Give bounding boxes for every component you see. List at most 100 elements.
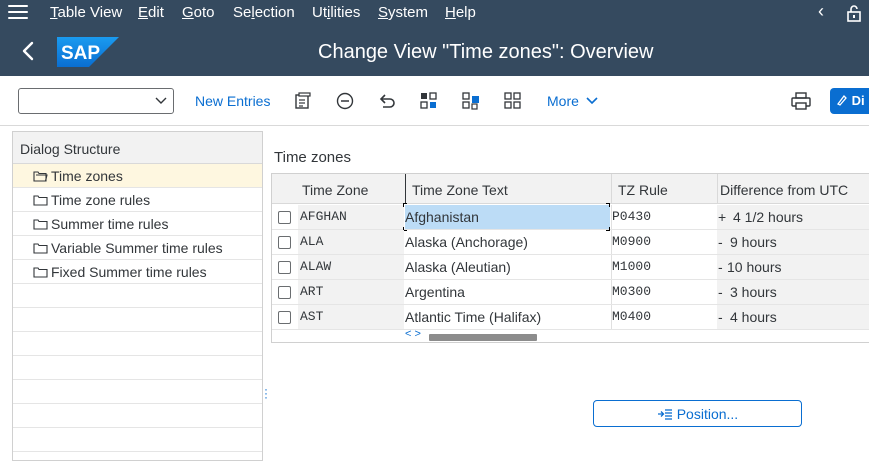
tree-item-label: Time zones (51, 168, 123, 184)
cell-tz-rule[interactable]: M0900 (612, 234, 651, 249)
cell-time-zone-text[interactable]: Argentina (405, 284, 465, 300)
menu-selection[interactable]: Selection (233, 4, 295, 21)
menu-system[interactable]: System (378, 4, 428, 21)
copy-as-icon[interactable] (294, 92, 312, 110)
cell-sign: - (718, 234, 723, 250)
column-divider (405, 174, 406, 204)
cell-sign: - (718, 284, 723, 300)
display-button-label: Di (851, 93, 865, 108)
chevron-down-icon[interactable] (155, 94, 167, 106)
cell-sign: + (718, 209, 727, 225)
display-button[interactable]: Di (830, 88, 869, 114)
horizontal-scrollbar[interactable]: < > (403, 328, 869, 343)
row-select-checkbox[interactable] (278, 211, 291, 224)
table-row[interactable]: ALA Alaska (Anchorage) M0900 - 9 hours (272, 230, 869, 255)
deselect-all-icon[interactable] (504, 92, 522, 110)
column-divider (611, 174, 612, 204)
select-block-icon[interactable] (462, 92, 480, 110)
new-entries-button[interactable]: New Entries (195, 93, 270, 109)
menu-table-view[interactable]: Table View (50, 4, 122, 21)
menu-goto[interactable]: Goto (182, 4, 215, 21)
position-button[interactable]: Position... (593, 400, 802, 427)
tree-item-label: Variable Summer time rules (51, 240, 223, 256)
select-all-icon[interactable] (420, 92, 438, 110)
cell-tz-rule[interactable]: M0300 (612, 284, 651, 299)
cell-difference: 10 hours (727, 259, 782, 275)
tree-empty-row (13, 332, 262, 356)
tree-item-label: Summer time rules (51, 216, 169, 232)
cell-tz-rule[interactable]: M1000 (612, 259, 651, 274)
tree-item-label: Fixed Summer time rules (51, 264, 207, 280)
cell-difference: 3 hours (730, 284, 777, 300)
chevron-down-icon (586, 97, 598, 105)
tree-empty-row (13, 380, 262, 404)
cell-time-zone: ART (300, 284, 324, 299)
title-bar: SAP Change View "Time zones": Overview (0, 26, 869, 76)
undo-icon[interactable] (378, 92, 396, 110)
folder-icon (33, 195, 48, 206)
lock-icon[interactable] (846, 4, 862, 22)
cell-time-zone-text[interactable]: Alaska (Aleutian) (405, 259, 511, 275)
dialog-structure-header: Dialog Structure (13, 132, 262, 164)
cell-sign: - (718, 309, 723, 325)
more-menu-button[interactable]: More (547, 93, 598, 109)
folder-open-icon (33, 171, 48, 182)
row-select-checkbox[interactable] (278, 236, 291, 249)
tree-item-label: Time zone rules (51, 192, 151, 208)
column-header-tz-rule[interactable]: TZ Rule (618, 182, 668, 198)
tree-empty-row (13, 428, 262, 452)
tree-item-summer-time-rules[interactable]: Summer time rules (13, 212, 262, 236)
back-arrow-icon[interactable] (18, 40, 38, 62)
table-row[interactable]: ALAW Alaska (Aleutian) M1000 - 10 hours (272, 255, 869, 280)
menu-utilities[interactable]: Utilities (312, 4, 360, 21)
row-select-checkbox[interactable] (278, 286, 291, 299)
column-header-time-zone-text[interactable]: Time Zone Text (412, 182, 508, 198)
column-header-time-zone[interactable]: Time Zone (302, 182, 368, 198)
scroll-arrows[interactable]: < > (405, 328, 421, 340)
cell-tz-rule[interactable]: P0430 (612, 209, 651, 224)
tree-empty-row (13, 356, 262, 380)
page-title: Change View "Time zones": Overview (318, 41, 654, 63)
tree-empty-row (13, 308, 262, 332)
tree-item-variable-summer-time-rules[interactable]: Variable Summer time rules (13, 236, 262, 260)
folder-icon (33, 267, 48, 278)
cell-difference: 4 1/2 hours (733, 209, 804, 225)
collapse-left-icon[interactable]: ‹ (818, 1, 824, 22)
table-row[interactable]: AFGHAN Afghanistan P0430 + 4 1/2 hours (272, 203, 869, 231)
tree-empty-row (13, 404, 262, 428)
tree-item-time-zones[interactable]: Time zones (13, 164, 262, 188)
menu-bar: Table View Edit Goto Selection Utilities… (0, 0, 869, 26)
print-icon[interactable] (791, 92, 811, 110)
cell-time-zone-text[interactable]: Afghanistan (405, 209, 479, 225)
hamburger-menu-icon[interactable] (8, 5, 28, 21)
command-field[interactable] (18, 88, 174, 114)
table-header: Time Zone Time Zone Text TZ Rule Differe… (272, 174, 869, 204)
more-label: More (547, 93, 579, 109)
menu-help[interactable]: Help (445, 4, 476, 21)
cell-time-zone-text[interactable]: Atlantic Time (Halifax) (405, 309, 541, 325)
cell-time-zone-text[interactable]: Alaska (Anchorage) (405, 234, 528, 250)
delete-icon[interactable] (336, 92, 354, 110)
display-icon (837, 95, 847, 106)
folder-icon (33, 219, 48, 230)
time-zones-table: Time Zone Time Zone Text TZ Rule Differe… (271, 173, 869, 343)
cell-sign: - (718, 259, 723, 275)
row-select-checkbox[interactable] (278, 311, 291, 324)
column-header-difference-from-utc[interactable]: Difference from UTC (720, 182, 848, 198)
tree-item-time-zone-rules[interactable]: Time zone rules (13, 188, 262, 212)
cell-difference: 4 hours (730, 309, 777, 325)
position-button-label: Position... (676, 406, 739, 422)
tree-item-fixed-summer-time-rules[interactable]: Fixed Summer time rules (13, 260, 262, 284)
focus-corner (403, 203, 407, 207)
table-row[interactable]: AST Atlantic Time (Halifax) M0400 - 4 ho… (272, 305, 869, 330)
position-icon (657, 409, 672, 420)
menu-edit[interactable]: Edit (138, 4, 164, 21)
application-toolbar: New Entries More Di (0, 76, 869, 126)
panel-splitter-handle[interactable]: · · · (264, 383, 268, 403)
cell-tz-rule[interactable]: M0400 (612, 309, 651, 324)
dialog-structure-panel: Dialog Structure Time zones Time zone ru… (12, 131, 263, 461)
scrollbar-thumb[interactable] (429, 334, 537, 341)
row-select-checkbox[interactable] (278, 261, 291, 274)
table-row[interactable]: ART Argentina M0300 - 3 hours (272, 280, 869, 305)
sap-logo-text: SAP (61, 43, 100, 64)
